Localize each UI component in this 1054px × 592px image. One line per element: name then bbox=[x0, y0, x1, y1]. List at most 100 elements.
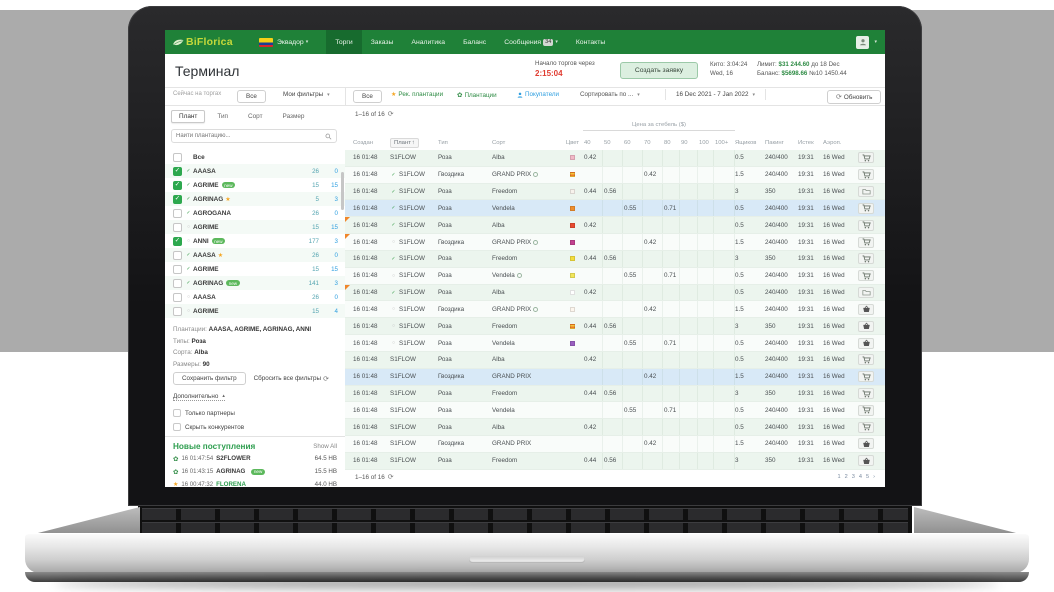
list-item[interactable]: ✓AGRIME1515 bbox=[165, 262, 345, 276]
basket-button[interactable] bbox=[858, 455, 874, 466]
basket-button[interactable] bbox=[858, 304, 874, 315]
table-row[interactable]: 16 01:48S1FLOWРозаFreedom0.440.56335019:… bbox=[345, 386, 885, 403]
page-number[interactable]: 5 bbox=[866, 474, 869, 480]
table-row[interactable]: 16 01:48✓S1FLOWРозаVendela0.550.710.5240… bbox=[345, 200, 885, 217]
table-row[interactable]: 16 01:48S1FLOWРозаFreedom0.440.56335019:… bbox=[345, 453, 885, 470]
cart-button[interactable] bbox=[858, 371, 874, 382]
reset-filters-button[interactable]: Сбросить все фильтры⟳ bbox=[254, 375, 329, 383]
search-input[interactable] bbox=[176, 133, 325, 139]
all-filter-right-button[interactable]: Все bbox=[353, 90, 382, 103]
cart-button[interactable] bbox=[858, 169, 874, 180]
sort-column-box[interactable]: Плант↑ bbox=[390, 138, 419, 148]
menu-item-контакты[interactable]: Контакты bbox=[567, 30, 614, 54]
arrival-item[interactable]: ★16 00:47:32FLORENA44.0 HB bbox=[165, 478, 345, 487]
page-number[interactable]: 4 bbox=[859, 474, 862, 480]
list-item[interactable]: ✓✓AAASA260 bbox=[165, 164, 345, 178]
refresh-icon[interactable]: ⟳ bbox=[388, 473, 394, 481]
page-number[interactable]: 2 bbox=[845, 474, 848, 480]
user-avatar[interactable] bbox=[856, 36, 869, 49]
cart-button[interactable] bbox=[858, 152, 874, 163]
table-row[interactable]: 16 01:48○S1FLOWГвоздикаGRAND PRIX0.421.5… bbox=[345, 234, 885, 251]
menu-item-заказы[interactable]: Заказы bbox=[362, 30, 403, 54]
table-row[interactable]: 16 01:48○S1FLOWРозаFreedom0.440.56335019… bbox=[345, 318, 885, 335]
menu-item-торги[interactable]: Торги bbox=[326, 30, 361, 54]
table-row[interactable]: 16 01:48S1FLOWРозаAlba0.420.5240/40019:3… bbox=[345, 150, 885, 167]
additional-toggle[interactable]: Дополнительно▴ bbox=[173, 393, 225, 401]
checkbox[interactable] bbox=[173, 209, 182, 218]
checkbox[interactable]: ✓ bbox=[173, 167, 182, 176]
checkbox[interactable] bbox=[173, 265, 182, 274]
refresh-button[interactable]: ⟳Обновить bbox=[827, 90, 881, 104]
recommended-plantations-filter[interactable]: ★Рек. плантации bbox=[391, 91, 443, 98]
basket-button[interactable] bbox=[858, 438, 874, 449]
tab-плант[interactable]: Плант bbox=[171, 110, 205, 123]
show-all-link[interactable]: Show All bbox=[313, 443, 337, 450]
table-row[interactable]: 16 01:48✓S1FLOWРозаAlba0.420.5240/40019:… bbox=[345, 217, 885, 234]
list-item[interactable]: ✓AGROGANA260 bbox=[165, 206, 345, 220]
save-filter-button[interactable]: Сохранить фильтр bbox=[173, 372, 246, 385]
basket-button[interactable] bbox=[858, 321, 874, 332]
checkbox[interactable]: ✓ bbox=[173, 181, 182, 190]
checkbox[interactable] bbox=[173, 223, 182, 232]
refresh-icon[interactable]: ⟳ bbox=[388, 110, 394, 118]
checkbox[interactable]: ✓ bbox=[173, 237, 182, 246]
table-row[interactable]: 16 01:48✓S1FLOWГвоздикаGRAND PRIX0.421.5… bbox=[345, 167, 885, 184]
list-item[interactable]: ✓○ANNInew1773 bbox=[165, 234, 345, 248]
table-row[interactable]: 16 01:48S1FLOWРозаVendela0.550.710.5240/… bbox=[345, 402, 885, 419]
search-box[interactable] bbox=[171, 129, 337, 143]
arrival-item[interactable]: ✿16 01:43:15AGRINAGnew15.5 HB bbox=[165, 465, 345, 478]
cart-button[interactable] bbox=[858, 203, 874, 214]
country-selector[interactable]: Эквадор bbox=[277, 39, 304, 46]
cart-button[interactable] bbox=[858, 422, 874, 433]
list-item[interactable]: ✓✓AGRINAG★53 bbox=[165, 192, 345, 206]
brand-logo[interactable]: BiFlorica bbox=[165, 36, 253, 48]
list-item[interactable]: ✓✓AGRIMEnew1515 bbox=[165, 178, 345, 192]
page-number[interactable]: 3 bbox=[852, 474, 855, 480]
sidebar-scrollbar[interactable] bbox=[341, 172, 344, 210]
create-request-button[interactable]: Создать заявку bbox=[620, 62, 698, 79]
tab-тип[interactable]: Тип bbox=[209, 110, 236, 123]
cart-button[interactable] bbox=[858, 405, 874, 416]
list-item[interactable]: ✓AGRINAGnew1413 bbox=[165, 276, 345, 290]
menu-item-баланс[interactable]: Баланс bbox=[454, 30, 495, 54]
arrival-item[interactable]: ✿16 01:47:54S2FLOWER64.5 HB bbox=[165, 452, 345, 465]
date-range-picker[interactable]: 16 Dec 2021 - 7 Jan 2022▾ bbox=[665, 89, 766, 100]
cart-button[interactable] bbox=[858, 237, 874, 248]
table-row[interactable]: 16 01:48✓S1FLOWРозаAlba0.420.5240/40019:… bbox=[345, 285, 885, 302]
cart-button[interactable] bbox=[858, 354, 874, 365]
cart-button[interactable] bbox=[858, 253, 874, 264]
checkbox[interactable] bbox=[173, 251, 182, 260]
table-row[interactable]: 16 01:48S1FLOWГвоздикаGRAND PRIX0.421.52… bbox=[345, 436, 885, 453]
my-filters-dropdown[interactable]: Мои фильтры▾ bbox=[283, 91, 330, 98]
list-item[interactable]: ✓AAASA★260 bbox=[165, 248, 345, 262]
menu-item-аналитика[interactable]: Аналитика bbox=[402, 30, 454, 54]
list-item[interactable]: ○AAASA260 bbox=[165, 290, 345, 304]
page-number[interactable]: 1 bbox=[838, 474, 841, 480]
cart-button[interactable] bbox=[858, 388, 874, 399]
checkbox[interactable] bbox=[173, 279, 182, 288]
menu-item-сообщения[interactable]: Сообщения34▾ bbox=[495, 30, 567, 54]
table-row[interactable]: 16 01:48○S1FLOWГвоздикаGRAND PRIX0.421.5… bbox=[345, 301, 885, 318]
table-row[interactable]: 16 01:48✓S1FLOWРозаFreedom0.440.56335019… bbox=[345, 251, 885, 268]
cart-button[interactable] bbox=[858, 220, 874, 231]
table-row[interactable]: 16 01:48○S1FLOWРозаVendela0.550.710.5240… bbox=[345, 335, 885, 352]
tab-размер[interactable]: Размер bbox=[275, 110, 313, 123]
tab-сорт[interactable]: Сорт bbox=[240, 110, 271, 123]
page-next[interactable]: › bbox=[873, 474, 875, 480]
table-row[interactable]: 16 01:48S1FLOWГвоздикаGRAND PRIX0.421.52… bbox=[345, 369, 885, 386]
buyers-filter[interactable]: Покупатели bbox=[517, 91, 559, 98]
sort-by-dropdown[interactable]: Сортировать по ...▾ bbox=[580, 91, 640, 98]
cart-button[interactable] bbox=[858, 270, 874, 281]
partners-only-checkbox[interactable]: Только партнеры bbox=[173, 409, 235, 417]
checkbox[interactable] bbox=[173, 293, 182, 302]
list-item[interactable]: ○AGRIME154 bbox=[165, 304, 345, 318]
table-row[interactable]: 16 01:48○S1FLOWРозаVendela0.550.710.5240… bbox=[345, 268, 885, 285]
plantations-filter[interactable]: ✿Плантации bbox=[457, 91, 497, 99]
hide-competitors-checkbox[interactable]: Скрыть конкурентов bbox=[173, 423, 244, 431]
checkbox[interactable] bbox=[173, 153, 182, 162]
checkbox[interactable] bbox=[173, 307, 182, 316]
list-item[interactable]: Все bbox=[165, 150, 345, 164]
list-item[interactable]: ○AGRIME1515 bbox=[165, 220, 345, 234]
basket-button[interactable] bbox=[858, 338, 874, 349]
folder-button[interactable] bbox=[858, 287, 874, 298]
